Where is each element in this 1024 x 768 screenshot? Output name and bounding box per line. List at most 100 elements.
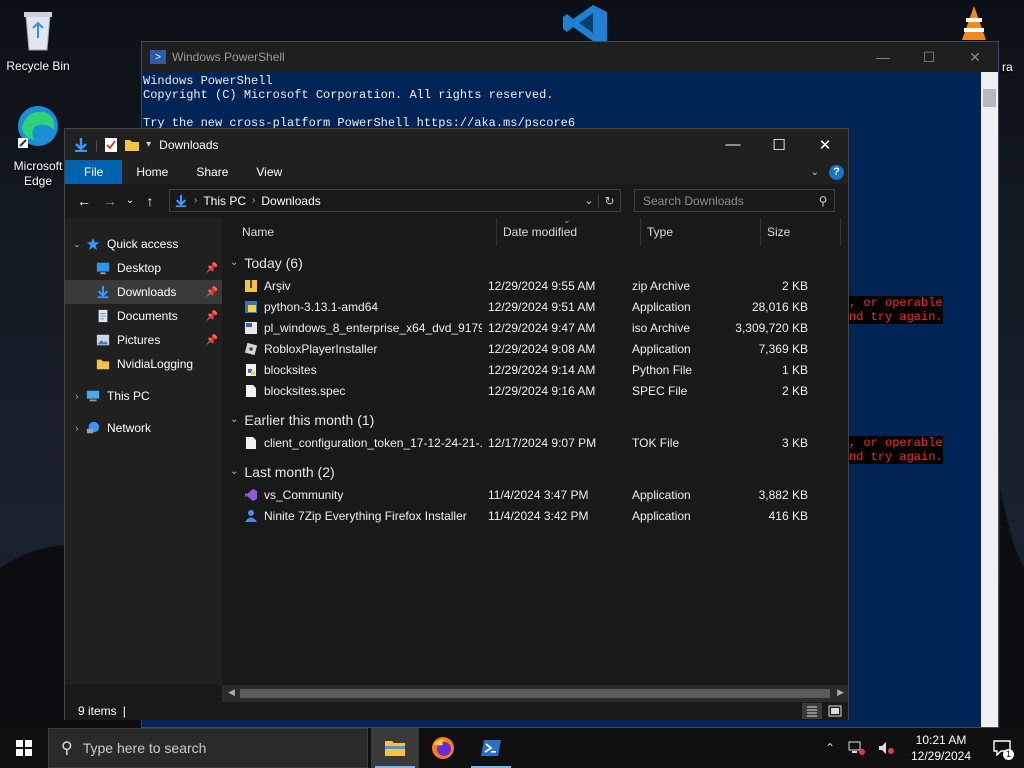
action-center-button[interactable]: 1	[980, 728, 1024, 768]
pin-icon[interactable]: 📌	[206, 287, 218, 298]
recycle-bin-shortcut[interactable]: Recycle Bin	[0, 8, 76, 74]
search-input[interactable]: Search Downloads	[643, 194, 744, 208]
column-size[interactable]: Size	[761, 218, 841, 246]
taskbar-firefox[interactable]	[419, 728, 467, 768]
file-type: SPEC File	[632, 383, 688, 398]
back-arrow-icon[interactable]: ←	[71, 193, 97, 209]
breadcrumb-separator-icon[interactable]: ›	[252, 195, 255, 206]
group-collapse-chevron-icon[interactable]: ⌄	[230, 414, 238, 425]
close-button[interactable]: ✕	[802, 129, 848, 160]
pin-icon[interactable]: 📌	[206, 263, 218, 274]
nav-item-nvidialogging[interactable]: NvidiaLogging	[65, 352, 222, 376]
clock[interactable]: 10:21 AM 12/29/2024	[902, 732, 980, 764]
file-row[interactable]: RobloxPlayerInstaller 12/29/2024 9:08 AM…	[222, 338, 848, 359]
scroll-thumb[interactable]	[983, 89, 996, 107]
file-row[interactable]: client_configuration_token_17-12-24-21-.…	[222, 432, 848, 453]
column-headers: Name Date modified ⌄ Type Size	[222, 215, 848, 246]
breadcrumb-separator-icon[interactable]: ›	[194, 195, 197, 206]
scroll-thumb[interactable]	[240, 689, 830, 698]
refresh-icon[interactable]: ↻	[598, 193, 620, 208]
nav-item-downloads[interactable]: Downloads 📌	[65, 280, 222, 304]
file-date: 12/29/2024 9:08 AM	[488, 341, 596, 356]
address-bar[interactable]: › This PC › Downloads ⌄ ↻	[169, 189, 621, 212]
powershell-titlebar[interactable]: > Windows PowerShell — ☐ ✕	[142, 42, 998, 72]
network-status-icon[interactable]	[845, 741, 869, 755]
group-header-today[interactable]: ⌄ Today (6)	[222, 250, 848, 275]
pin-icon[interactable]: 📌	[206, 311, 218, 322]
volume-muted-icon[interactable]	[875, 741, 899, 755]
file-row[interactable]: blocksites 12/29/2024 9:14 AM Python Fil…	[222, 359, 848, 380]
file-row[interactable]: vs_Community 11/4/2024 3:47 PM Applicati…	[222, 484, 848, 505]
scroll-right-arrow-icon[interactable]: ▶	[837, 687, 844, 698]
powershell-scrollbar[interactable]	[981, 72, 998, 727]
group-header-earlier-this-month[interactable]: ⌄ Earlier this month (1)	[222, 407, 848, 432]
expand-ribbon-chevron-icon[interactable]: ⌄	[811, 167, 819, 178]
taskbar-search-box[interactable]: ⚲ Type here to search	[48, 728, 368, 768]
group-collapse-chevron-icon[interactable]: ⌄	[230, 466, 238, 477]
group-collapse-chevron-icon[interactable]: ⌄	[230, 257, 238, 268]
column-type[interactable]: Type	[641, 218, 761, 246]
nav-this-pc[interactable]: › This PC	[65, 384, 222, 408]
breadcrumb-downloads[interactable]: Downloads	[261, 194, 320, 208]
up-arrow-icon[interactable]: ↑	[137, 193, 163, 209]
tab-share[interactable]: Share	[182, 160, 242, 184]
new-folder-icon[interactable]	[124, 137, 140, 153]
nav-quick-access[interactable]: ⌄ Quick access	[65, 232, 222, 256]
file-row[interactable]: Arşiv 12/29/2024 9:55 AM zip Archive 2 K…	[222, 275, 848, 296]
taskbar-file-explorer[interactable]	[371, 728, 419, 768]
customize-toolbar-chevron-icon[interactable]: ▾	[146, 139, 151, 150]
group-label: Today (6)	[244, 254, 303, 271]
tab-home[interactable]: Home	[122, 160, 182, 184]
taskbar-search-input[interactable]: Type here to search	[83, 740, 207, 756]
file-type: Application	[632, 508, 691, 523]
file-date: 12/29/2024 9:51 AM	[488, 299, 596, 314]
file-row[interactable]: blocksites.spec 12/29/2024 9:16 AM SPEC …	[222, 380, 848, 401]
column-date-modified[interactable]: Date modified ⌄	[497, 215, 641, 246]
expand-chevron-icon[interactable]: ›	[69, 423, 85, 433]
nav-network[interactable]: › Network	[65, 416, 222, 440]
forward-arrow-icon[interactable]: →	[97, 193, 123, 209]
nav-item-desktop[interactable]: Desktop 📌	[65, 256, 222, 280]
group-header-last-month[interactable]: ⌄ Last month (2)	[222, 459, 848, 484]
ps-close-button[interactable]: ✕	[952, 42, 998, 72]
nav-item-pictures[interactable]: Pictures 📌	[65, 328, 222, 352]
recent-locations-chevron-icon[interactable]: ⌄	[123, 195, 137, 206]
taskbar-powershell[interactable]	[467, 728, 515, 768]
console-error-text: nd try again.	[849, 450, 943, 464]
scroll-left-arrow-icon[interactable]: ◀	[228, 687, 235, 698]
pictures-icon	[96, 334, 110, 346]
pin-icon[interactable]: 📌	[206, 335, 218, 346]
column-name[interactable]: Name	[222, 218, 497, 246]
explorer-titlebar[interactable]: | ▾ Downloads — ☐ ✕	[65, 129, 848, 160]
help-icon[interactable]: ?	[829, 164, 844, 180]
search-box[interactable]: Search Downloads ⚲	[634, 189, 835, 212]
maximize-button[interactable]: ☐	[756, 129, 802, 160]
breadcrumb-this-pc[interactable]: This PC	[203, 194, 246, 208]
expand-chevron-icon[interactable]: ›	[69, 391, 85, 401]
file-type: zip Archive	[632, 278, 691, 293]
tab-file[interactable]: File	[65, 160, 123, 184]
search-icon[interactable]: ⚲	[812, 194, 834, 208]
large-icons-view-button[interactable]	[825, 703, 845, 719]
tab-view[interactable]: View	[242, 160, 296, 184]
file-explorer-window[interactable]: | ▾ Downloads — ☐ ✕ File Home Share View…	[64, 128, 849, 720]
file-row[interactable]: Ninite 7Zip Everything Firefox Installer…	[222, 505, 848, 526]
show-hidden-icons-chevron-icon[interactable]: ⌃	[818, 741, 842, 755]
ps-minimize-button[interactable]: —	[860, 42, 906, 72]
minimize-button[interactable]: —	[710, 129, 756, 160]
file-icon	[246, 384, 256, 397]
address-dropdown-chevron-icon[interactable]: ⌄	[580, 194, 598, 207]
properties-icon[interactable]	[104, 137, 118, 153]
vlc-icon[interactable]	[956, 6, 992, 42]
details-view-button[interactable]	[802, 703, 822, 719]
horizontal-scrollbar[interactable]: ◀ ▶	[222, 685, 848, 702]
powershell-console[interactable]: Windows PowerShell Copyright (C) Microsof…	[142, 72, 998, 130]
file-row[interactable]: pl_windows_8_enterprise_x64_dvd_917924 1…	[222, 317, 848, 338]
vscode-icon[interactable]	[563, 5, 609, 41]
ps-maximize-button[interactable]: ☐	[906, 42, 952, 72]
nav-item-documents[interactable]: Documents 📌	[65, 304, 222, 328]
start-button[interactable]	[0, 728, 48, 768]
collapse-chevron-icon[interactable]: ⌄	[69, 239, 85, 250]
zip-icon	[245, 279, 257, 292]
file-row[interactable]: python-3.13.1-amd64 12/29/2024 9:51 AM A…	[222, 296, 848, 317]
